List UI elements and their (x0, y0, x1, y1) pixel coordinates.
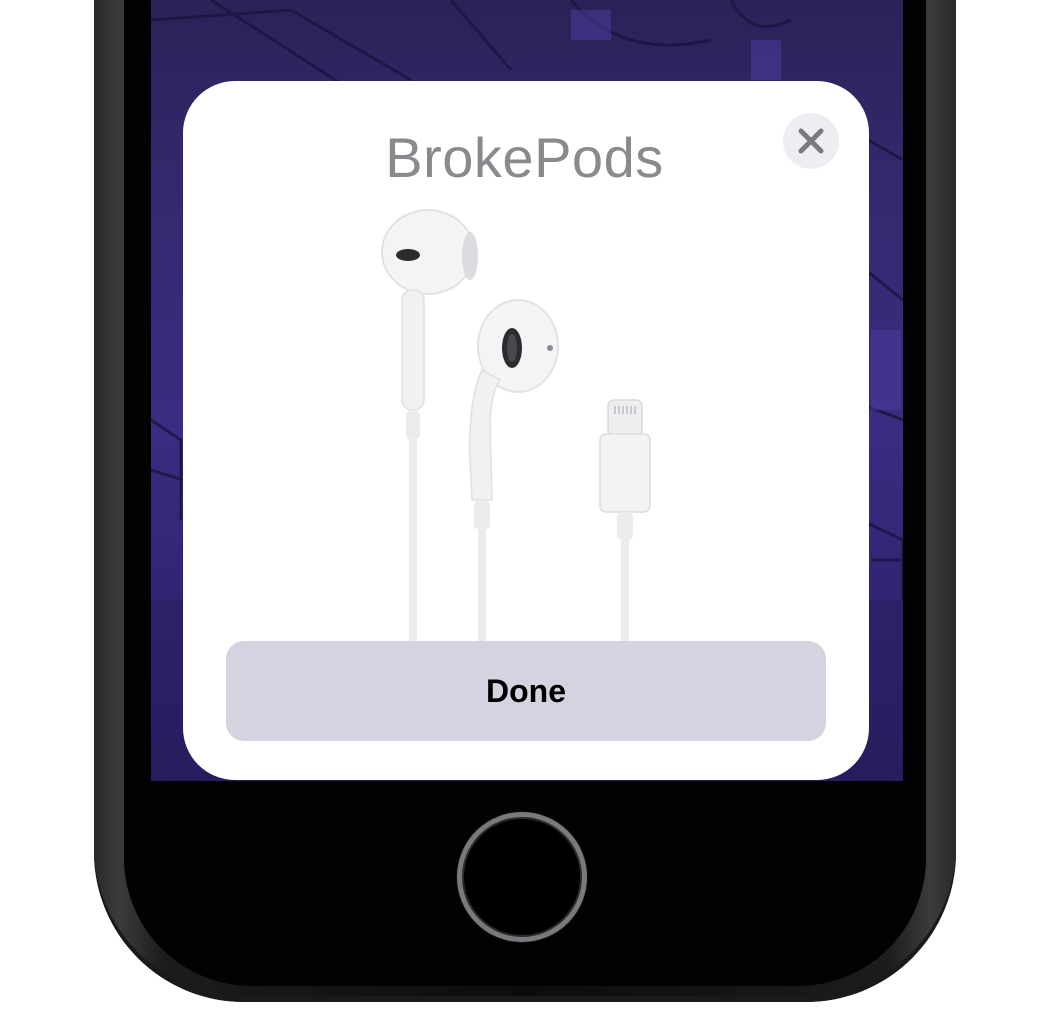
earphones-icon (381, 209, 651, 642)
left-earbud (381, 209, 478, 642)
lightning-connector (599, 399, 651, 642)
card-title: BrokePods (385, 126, 664, 189)
close-button[interactable] (783, 113, 839, 169)
done-button[interactable]: Done (226, 641, 826, 741)
right-earbud (469, 299, 559, 642)
close-icon (798, 128, 824, 154)
home-button[interactable] (457, 812, 587, 942)
screenshot-stage: BrokePods Done (0, 0, 1049, 1014)
